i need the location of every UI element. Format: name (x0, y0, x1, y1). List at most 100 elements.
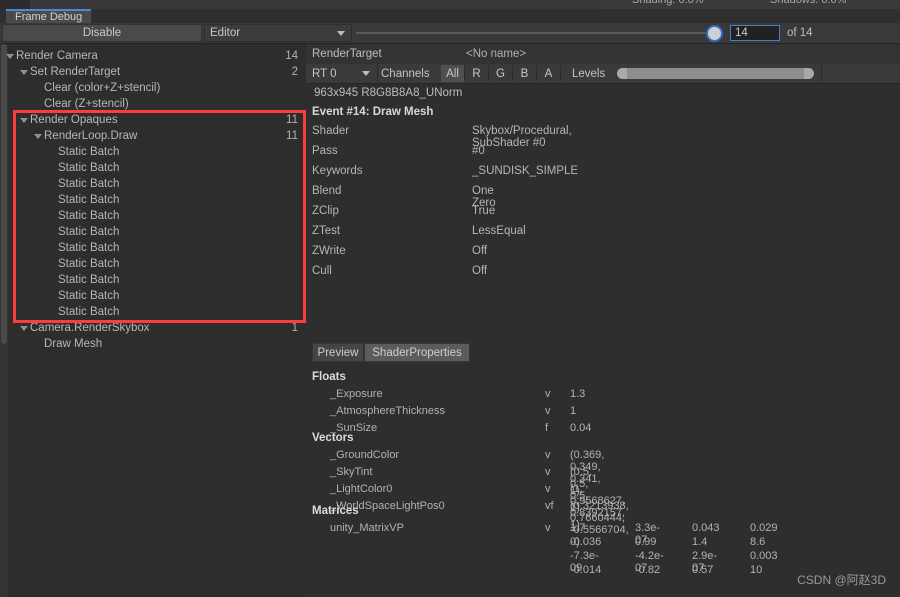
levels-slider-handle-min[interactable] (617, 68, 627, 79)
property-type: f (545, 422, 549, 434)
property-type: v (545, 405, 551, 417)
channel-button-a[interactable]: A (537, 65, 561, 82)
tree-row-label: Static Batch (58, 146, 120, 158)
frame-slider-handle[interactable] (708, 27, 721, 40)
tree-row[interactable]: Camera.RenderSkybox 1 (8, 320, 306, 336)
matrix-cell: 0.043 (692, 522, 720, 534)
event-detail-panel: RenderTarget <No name> RT 0 Channels All… (306, 44, 900, 597)
tree-row[interactable]: Render Camera 14 (6, 48, 306, 64)
detail-tab-preview[interactable]: Preview (312, 343, 364, 362)
rendertarget-header: RenderTarget <No name> (306, 44, 900, 65)
property-type: v (545, 522, 551, 534)
channels-label: Channels (381, 67, 430, 80)
target-dropdown[interactable]: Editor (204, 24, 352, 42)
property-key: ZWrite (312, 245, 346, 257)
channel-button-all[interactable]: All (441, 65, 465, 82)
tree-row[interactable]: Set RenderTarget 2 (8, 64, 306, 80)
tree-row[interactable]: Static Batch (8, 288, 306, 304)
toolbar-divider (821, 64, 822, 83)
frame-slider[interactable] (356, 24, 722, 42)
tree-row-label: Static Batch (58, 178, 120, 190)
property-type: v (545, 466, 551, 478)
tab-frame-debug[interactable]: Frame Debug (6, 9, 92, 23)
matrix-cell: 0.003 (750, 550, 778, 562)
chevron-down-icon[interactable] (6, 54, 14, 59)
disable-button[interactable]: Disable (2, 24, 202, 42)
matrix-cell: 1.7 (570, 522, 586, 534)
property-value: #0 (472, 145, 485, 157)
tree-row[interactable]: Static Batch (8, 192, 306, 208)
tree-scrollbar-thumb[interactable] (1, 44, 7, 344)
cutoff-dark-pad (0, 0, 30, 9)
tree-row-label: Static Batch (58, 290, 120, 302)
tree-row-label: Static Batch (58, 226, 120, 238)
watermark: CSDN @阿赵3D (797, 573, 886, 587)
property-name: unity_MatrixVP (330, 522, 404, 534)
tree-row-label: Clear (color+Z+stencil) (44, 82, 161, 94)
vectors-section-header: Vectors (312, 432, 354, 444)
property-value: Off (472, 265, 488, 277)
matrix-cell: 1.4 (692, 536, 708, 548)
tree-row[interactable]: Static Batch (8, 240, 306, 256)
channel-button-b[interactable]: B (513, 65, 537, 82)
cutoff-fragment-shadows: Shadows: 0.0% (770, 0, 847, 6)
matrix-cell: -0.036 (570, 536, 602, 548)
detail-tab-shaderproperties[interactable]: ShaderProperties (364, 343, 470, 362)
rt-selector-dropdown[interactable]: RT 0 (306, 64, 378, 83)
property-name: _AtmosphereThickness (330, 405, 445, 417)
matrix-cell: 10 (750, 564, 763, 576)
tree-row[interactable]: Static Batch (8, 224, 306, 240)
tree-row[interactable]: Render Opaques 11 (8, 112, 306, 128)
property-value: True (472, 205, 496, 217)
tree-row[interactable]: Clear (color+Z+stencil) (8, 80, 306, 96)
channel-button-r[interactable]: R (465, 65, 489, 82)
chevron-down-icon[interactable] (34, 134, 42, 139)
tree-row[interactable]: Static Batch (8, 256, 306, 272)
matrix-cell: 8.6 (750, 536, 766, 548)
tree-row-label: Clear (Z+stencil) (44, 98, 129, 110)
tree-scrollbar[interactable] (0, 44, 8, 597)
tree-row-label: Static Batch (58, 274, 120, 286)
tree-row-label: Camera.RenderSkybox (30, 322, 150, 334)
tree-row-label: Static Batch (58, 306, 120, 318)
tree-row[interactable]: RenderLoop.Draw 11 (8, 128, 306, 144)
tab-bar-background (0, 9, 900, 23)
tree-row[interactable]: Static Batch (8, 176, 306, 192)
property-type: v (545, 388, 551, 400)
cutoff-fragment-shading: Shading: 0.0% (632, 0, 704, 6)
rendertarget-toolbar: RT 0 Channels All R G B A Levels (306, 64, 900, 84)
property-name: _SkyTint (330, 466, 373, 478)
frame-debugger-window: Shading: 0.0% Shadows: 0.0% Frame Debug … (0, 0, 900, 597)
levels-slider-handle-max[interactable] (804, 68, 814, 79)
event-title: Event #14: Draw Mesh (312, 106, 434, 118)
frame-slider-track (356, 32, 722, 34)
chevron-down-icon[interactable] (20, 326, 28, 331)
tree-row-label: Static Batch (58, 242, 120, 254)
tree-row[interactable]: Static Batch (8, 160, 306, 176)
tree-row[interactable]: Static Batch (8, 208, 306, 224)
tree-row-label: Set RenderTarget (30, 66, 121, 78)
tab-bar: Frame Debug (0, 9, 900, 23)
tree-row-count: 11 (286, 114, 298, 126)
event-tree-panel: Render Camera 14 Set RenderTarget 2 Clear (c… (0, 44, 306, 597)
chevron-down-icon[interactable] (20, 70, 28, 75)
matrix-cell: -0.014 (570, 564, 602, 576)
channel-button-g[interactable]: G (489, 65, 513, 82)
tree-row[interactable]: Static Batch (8, 304, 306, 320)
rt-selector-label: RT 0 (312, 67, 337, 80)
tree-row[interactable]: Static Batch (8, 144, 306, 160)
levels-slider[interactable] (617, 68, 814, 79)
rendertarget-label: RenderTarget (312, 48, 382, 60)
property-name: _GroundColor (330, 449, 400, 461)
frame-number-input[interactable]: 14 (730, 25, 780, 41)
tree-row[interactable]: Draw Mesh (8, 336, 306, 352)
property-key: ZClip (312, 205, 339, 217)
chevron-down-icon (362, 71, 370, 76)
cutoff-top-strip: Shading: 0.0% Shadows: 0.0% (0, 0, 900, 9)
tree-row[interactable]: Clear (Z+stencil) (8, 96, 306, 112)
rendertarget-name-value: <No name> (466, 48, 527, 60)
target-dropdown-label: Editor (210, 27, 241, 39)
chevron-down-icon[interactable] (20, 118, 28, 123)
tree-row-count: 1 (291, 322, 298, 334)
tree-row[interactable]: Static Batch (8, 272, 306, 288)
